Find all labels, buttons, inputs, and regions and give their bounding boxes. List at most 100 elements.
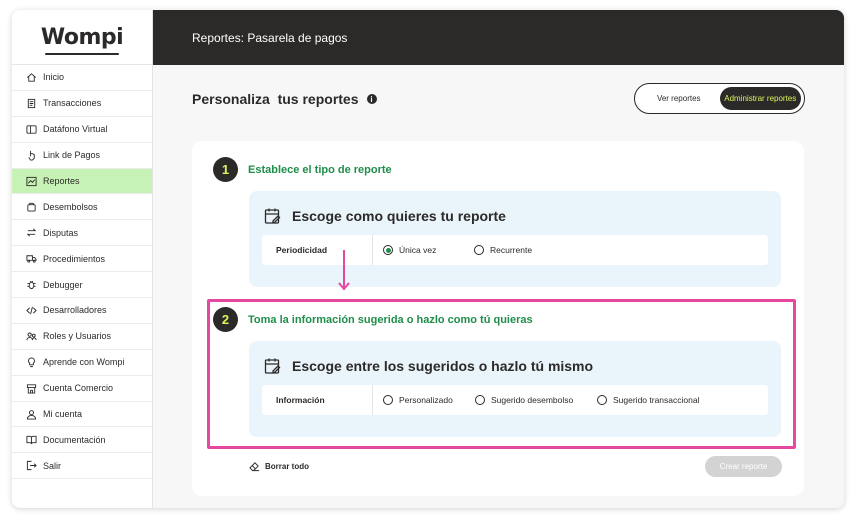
step-number-badge: 1 [213, 157, 238, 182]
panel-title: Escoge entre los sugeridos o hazlo tú mi… [292, 358, 594, 374]
radio-group: Única vez Recurrente [373, 245, 532, 255]
sidebar-item-label: Reportes [43, 176, 80, 186]
page-title-text: Personaliza tus reportes [192, 91, 359, 107]
information-panel: Escoge entre los sugeridos o hazlo tú mi… [249, 341, 781, 437]
information-row: Información Personalizado Sugerido desem… [262, 385, 768, 415]
calendar-edit-icon [264, 207, 282, 225]
radio-empty-icon [597, 395, 607, 405]
sidebar-item-label: Datáfono Virtual [43, 124, 108, 135]
sidebar-item-cuenta-comercio[interactable]: Cuenta Comercio [12, 376, 152, 402]
sidebar-item-label: Procedimientos [43, 253, 106, 264]
main-content: Personaliza tus reportes i Ver reportes … [153, 65, 844, 508]
sidebar-item-inicio[interactable]: Inicio [12, 65, 152, 91]
receipt-icon [26, 98, 37, 109]
sidebar-item-label: Cuenta Comercio [43, 383, 114, 394]
home-icon [26, 72, 37, 83]
step-1-title: Establece el tipo de reporte [248, 163, 392, 176]
bulb-icon [26, 357, 37, 368]
user-icon [26, 409, 37, 420]
truck-icon [26, 253, 37, 264]
sidebar-item-label: Debugger [43, 279, 83, 290]
users-icon [26, 331, 37, 342]
sidebar-item-label: Salir [43, 460, 62, 471]
radio-unica-vez[interactable]: Única vez [383, 245, 474, 255]
logo-label: Wompi [40, 24, 124, 50]
radio-empty-icon [383, 395, 393, 405]
radio-personalizado[interactable]: Personalizado [383, 395, 475, 405]
radio-label: Única vez [399, 245, 437, 255]
app-window: Wompi Inicio Transacciones Datáfono Virt… [12, 10, 844, 508]
header-title: Reportes: Pasarela de pagos [192, 30, 348, 45]
sidebar-item-label: Roles y Usuarios [43, 331, 112, 342]
step-2-title: Toma la información sugerida o hazlo com… [248, 313, 533, 326]
page-title: Personaliza tus reportes i [192, 91, 377, 107]
radio-sugerido-transaccional[interactable]: Sugerido transaccional [597, 395, 699, 405]
sidebar-item-label: Desembolsos [43, 201, 98, 212]
sidebar-item-label: Documentación [43, 434, 106, 445]
calendar-edit-icon [264, 357, 282, 375]
sidebar-item-salir[interactable]: Salir [12, 453, 152, 480]
report-card: 1 Establece el tipo de reporte Escoge co… [192, 141, 804, 496]
sidebar-item-reportes[interactable]: Reportes [12, 168, 152, 195]
sidebar-item-debugger[interactable]: Debugger [12, 272, 152, 299]
clear-all-label: Borrar todo [265, 462, 309, 471]
panel-header: Escoge como quieres tu reporte [264, 207, 506, 225]
sidebar-item-transacciones[interactable]: Transacciones [12, 91, 152, 117]
logout-icon [26, 460, 37, 471]
sidebar-item-desembolsos[interactable]: Desembolsos [12, 194, 152, 221]
bag-icon [26, 201, 37, 212]
radio-label: Sugerido transaccional [613, 395, 700, 405]
radio-recurrente[interactable]: Recurrente [474, 245, 532, 255]
logo[interactable]: Wompi [12, 10, 152, 65]
row-label: Periodicidad [262, 235, 373, 265]
sidebar-item-label: Mi cuenta [43, 409, 83, 420]
radio-empty-icon [474, 245, 484, 255]
book-icon [26, 434, 37, 445]
link-hand-icon [26, 150, 37, 161]
eraser-icon [249, 462, 260, 472]
sidebar-item-label: Transacciones [43, 98, 102, 109]
administrar-reportes-tab[interactable]: Administrar reportes [719, 87, 801, 110]
sidebar-item-label: Disputas [43, 227, 79, 238]
store-icon [26, 383, 37, 394]
step-2-header: 2 Toma la información sugerida o hazlo c… [213, 307, 533, 332]
sidebar-item-procedimientos[interactable]: Procedimientos [12, 246, 152, 273]
sidebar-item-documentacion[interactable]: Documentación [12, 427, 152, 454]
step-number-badge: 2 [213, 307, 238, 332]
down-arrow-icon [338, 250, 350, 291]
sidebar-item-desarrolladores[interactable]: Desarrolladores [12, 298, 152, 324]
swap-icon [26, 227, 37, 238]
clear-all-button[interactable]: Borrar todo [249, 461, 309, 472]
ver-reportes-tab[interactable]: Ver reportes [638, 87, 720, 110]
radio-selected-icon [383, 245, 393, 255]
logo-text: Wompi [40, 24, 124, 55]
top-header: Reportes: Pasarela de pagos [153, 10, 844, 65]
sidebar-item-roles[interactable]: Roles y Usuarios [12, 324, 152, 350]
sidebar-item-disputas[interactable]: Disputas [12, 220, 152, 247]
sidebar-item-label: Link de Pagos [43, 150, 101, 161]
sidebar-item-label: Desarrolladores [43, 305, 107, 316]
info-icon[interactable]: i [366, 94, 377, 104]
sidebar: Wompi Inicio Transacciones Datáfono Virt… [12, 10, 153, 508]
radio-empty-icon [475, 395, 485, 405]
code-icon [26, 305, 37, 316]
sidebar-item-aprende[interactable]: Aprende con Wompi [12, 350, 152, 376]
sidebar-item-label: Aprende con Wompi [43, 357, 125, 368]
panel-header: Escoge entre los sugeridos o hazlo tú mi… [264, 357, 593, 375]
view-toggle: Ver reportes Administrar reportes [634, 83, 805, 114]
sidebar-item-link-pagos[interactable]: Link de Pagos [12, 143, 152, 169]
create-report-button[interactable]: Crear reporte [705, 456, 782, 477]
radio-label: Sugerido desembolso [491, 395, 574, 405]
sidebar-item-mi-cuenta[interactable]: Mi cuenta [12, 402, 152, 428]
radio-group: Personalizado Sugerido desembolso Sugeri… [373, 395, 699, 405]
radio-sugerido-desembolso[interactable]: Sugerido desembolso [475, 395, 597, 405]
radio-label: Recurrente [490, 245, 533, 255]
row-label: Información [262, 385, 373, 415]
sidebar-item-datafono[interactable]: Datáfono Virtual [12, 117, 152, 143]
radio-label: Personalizado [399, 395, 453, 405]
periodicity-panel: Escoge como quieres tu reporte Periodici… [249, 191, 781, 287]
logo-underline [44, 52, 120, 55]
sidebar-item-label: Inicio [43, 72, 65, 83]
panel-title: Escoge como quieres tu reporte [292, 208, 506, 224]
bug-icon [26, 279, 37, 290]
